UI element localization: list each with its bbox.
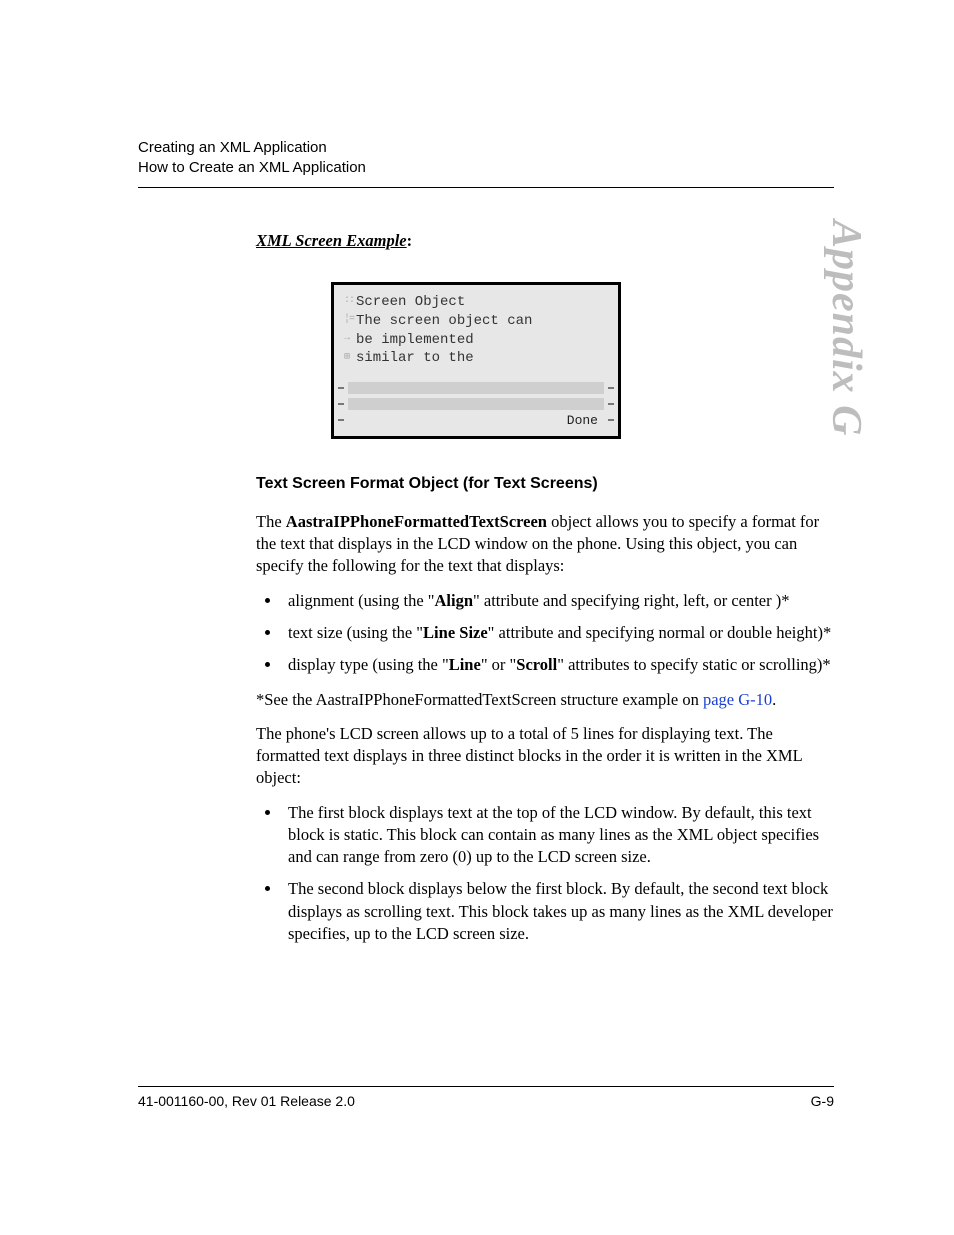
footer-left: 41-001160-00, Rev 01 Release 2.0 xyxy=(138,1093,355,1109)
side-tab-appendix: Appendix G xyxy=(822,220,870,437)
list-item: The first block displays text at the top… xyxy=(282,802,834,869)
page-footer: 41-001160-00, Rev 01 Release 2.0 G-9 xyxy=(138,1086,834,1109)
softkey-done: Done xyxy=(348,414,604,426)
page-link[interactable]: page G-10 xyxy=(703,690,772,709)
paragraph: The phone's LCD screen allows up to a to… xyxy=(256,723,834,790)
example-colon: : xyxy=(407,231,413,250)
bullet-list: The first block displays text at the top… xyxy=(256,802,834,946)
softkey-dash-icon xyxy=(338,403,344,405)
softkey-dash-icon xyxy=(608,403,614,405)
softkey-row xyxy=(334,382,618,394)
example-heading: XML Screen Example: xyxy=(256,230,834,252)
header-line-1: Creating an XML Application xyxy=(138,138,834,158)
softkey-bar xyxy=(348,382,604,394)
list-item: The second block displays below the firs… xyxy=(282,878,834,945)
softkey-dash-icon xyxy=(338,419,344,421)
page-header: Creating an XML Application How to Creat… xyxy=(138,138,834,179)
lcd-tick-icon: ¦= xyxy=(344,313,356,327)
lcd-tick-icon: ⊞ xyxy=(344,351,356,365)
page-content: XML Screen Example: ::Screen Object ¦=Th… xyxy=(256,230,834,946)
lcd-line: ¦=The screen object can xyxy=(334,312,618,331)
footer-rule xyxy=(138,1086,834,1087)
list-item: alignment (using the "Align" attribute a… xyxy=(282,590,834,612)
list-item: display type (using the "Line" or "Scrol… xyxy=(282,654,834,676)
bullet-list: alignment (using the "Align" attribute a… xyxy=(256,590,834,677)
softkey-bar xyxy=(348,398,604,410)
list-item: text size (using the "Line Size" attribu… xyxy=(282,622,834,644)
footnote: *See the AastraIPPhoneFormattedTextScree… xyxy=(256,689,834,711)
lcd-line: →be implemented xyxy=(334,331,618,350)
softkey-row xyxy=(334,398,618,410)
footer-right: G-9 xyxy=(811,1093,834,1109)
softkey-dash-icon xyxy=(608,387,614,389)
lcd-tick-icon: :: xyxy=(344,294,356,308)
lcd-tick-icon: → xyxy=(344,332,356,346)
lcd-line: ::Screen Object xyxy=(334,293,618,312)
header-rule xyxy=(138,187,834,188)
lcd-softkeys: Done xyxy=(334,382,618,426)
lcd-line: ⊞similar to the xyxy=(334,349,618,368)
example-title: XML Screen Example xyxy=(256,231,407,250)
section-heading: Text Screen Format Object (for Text Scre… xyxy=(256,473,834,495)
softkey-dash-icon xyxy=(608,419,614,421)
lcd-screen: ::Screen Object ¦=The screen object can … xyxy=(331,282,621,440)
softkey-row: Done xyxy=(334,414,618,426)
softkey-dash-icon xyxy=(338,387,344,389)
paragraph: The AastraIPPhoneFormattedTextScreen obj… xyxy=(256,511,834,578)
lcd-screenshot: ::Screen Object ¦=The screen object can … xyxy=(331,282,834,440)
header-line-2: How to Create an XML Application xyxy=(138,158,834,178)
